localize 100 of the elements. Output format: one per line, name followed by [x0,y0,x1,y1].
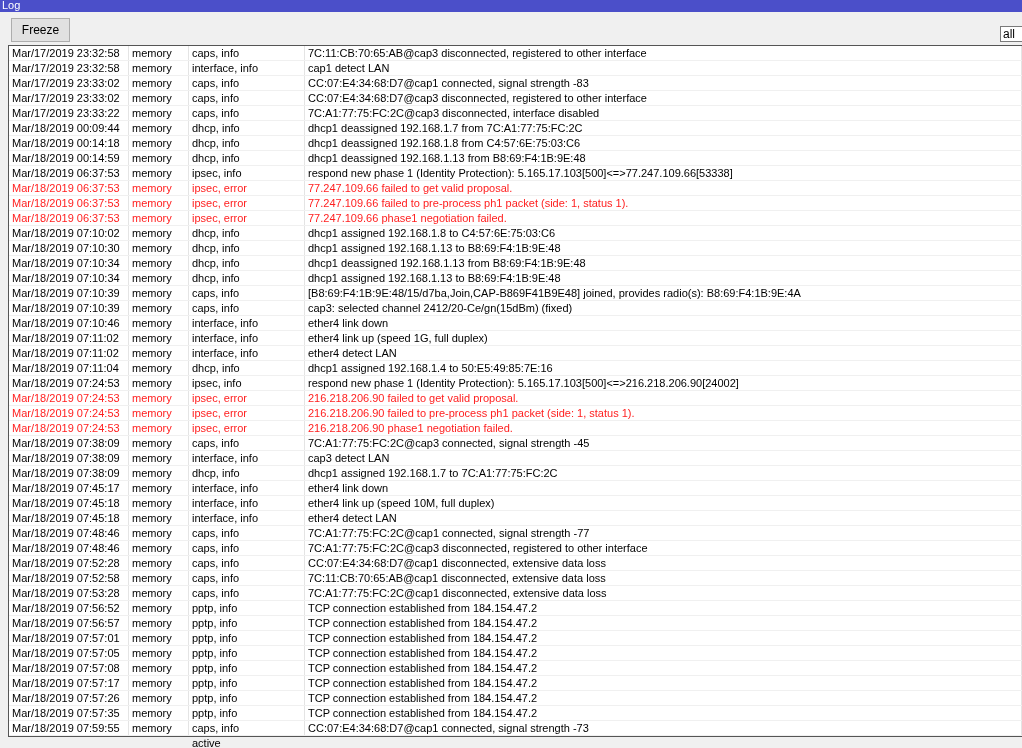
message-cell: dhcp1 assigned 192.168.1.8 to C4:57:6E:75:03:C6 [305,226,1022,240]
time-cell: Mar/17/2019 23:32:58 [9,46,129,60]
buffer-cell: memory [129,136,189,150]
message-cell: cap3: selected channel 2412/20-Ce/gn(15dBm) (fixed) [305,301,1022,315]
time-cell: Mar/18/2019 07:45:18 [9,511,129,525]
time-cell: Mar/18/2019 07:52:58 [9,571,129,585]
topics-cell: interface, info [189,316,305,330]
message-cell: TCP connection established from 184.154.47.2 [305,646,1022,660]
topics-cell: ipsec, error [189,391,305,405]
message-cell: ether4 link down [305,316,1022,330]
time-cell: Mar/17/2019 23:32:58 [9,61,129,75]
buffer-cell: memory [129,571,189,585]
time-cell: Mar/18/2019 07:10:46 [9,316,129,330]
message-cell: ether4 link up (speed 10M, full duplex) [305,496,1022,510]
message-cell: 77.247.109.66 failed to get valid proposal. [305,181,1022,195]
buffer-cell: memory [129,361,189,375]
time-cell: Mar/18/2019 06:37:53 [9,181,129,195]
topics-cell: ipsec, error [189,181,305,195]
topics-cell: pptp, info [189,631,305,645]
topics-cell: dhcp, info [189,256,305,270]
buffer-cell: memory [129,91,189,105]
message-cell: cap3 detect LAN [305,451,1022,465]
time-cell: Mar/18/2019 07:10:39 [9,286,129,300]
message-cell: CC:07:E4:34:68:D7@cap1 connected, signal strength -73 [305,721,1022,735]
time-cell: Mar/18/2019 07:11:04 [9,361,129,375]
time-cell: Mar/18/2019 07:45:18 [9,496,129,510]
message-cell: dhcp1 assigned 192.168.1.4 to 50:E5:49:85:7E:16 [305,361,1022,375]
time-cell: Mar/18/2019 07:57:05 [9,646,129,660]
buffer-cell: memory [129,76,189,90]
time-cell: Mar/18/2019 00:14:59 [9,151,129,165]
message-cell: TCP connection established from 184.154.47.2 [305,616,1022,630]
time-cell: Mar/18/2019 07:48:46 [9,526,129,540]
buffer-cell: memory [129,646,189,660]
topics-cell: pptp, info [189,676,305,690]
buffer-cell: memory [129,61,189,75]
time-cell: Mar/18/2019 07:38:09 [9,466,129,480]
buffer-cell: memory [129,436,189,450]
topics-cell: interface, info [189,511,305,525]
buffer-cell: memory [129,286,189,300]
time-cell: Mar/17/2019 23:33:02 [9,91,129,105]
message-cell: 216.218.206.90 phase1 negotiation failed. [305,421,1022,435]
buffer-cell: memory [129,166,189,180]
time-cell: Mar/18/2019 07:57:01 [9,631,129,645]
buffer-cell: memory [129,676,189,690]
message-cell: dhcp1 deassigned 192.168.1.13 from B8:69:F4:1B:9E:48 [305,256,1022,270]
message-cell: dhcp1 deassigned 192.168.1.7 from 7C:A1:77:75:FC:2C [305,121,1022,135]
buffer-cell: memory [129,226,189,240]
time-cell: Mar/18/2019 00:09:44 [9,121,129,135]
time-cell: Mar/18/2019 07:57:26 [9,691,129,705]
time-cell: Mar/18/2019 00:14:18 [9,136,129,150]
buffer-cell: memory [129,271,189,285]
message-cell: 7C:A1:77:75:FC:2C@cap1 connected, signal strength -77 [305,526,1022,540]
topics-cell: pptp, info [189,646,305,660]
time-cell: Mar/18/2019 07:45:17 [9,481,129,495]
time-cell: Mar/18/2019 06:37:53 [9,166,129,180]
message-cell: dhcp1 assigned 192.168.1.13 to B8:69:F4:1B:9E:48 [305,271,1022,285]
topics-cell: caps, info [189,286,305,300]
buffer-cell: memory [129,721,189,735]
message-cell: TCP connection established from 184.154.47.2 [305,691,1022,705]
message-cell: TCP connection established from 184.154.47.2 [305,706,1022,720]
freeze-button[interactable]: Freeze [11,17,70,42]
topics-cell: dhcp, info [189,226,305,240]
buffer-cell: memory [129,406,189,420]
buffer-cell: memory [129,661,189,675]
time-cell: Mar/18/2019 07:10:02 [9,226,129,240]
topics-cell: dhcp, info [189,466,305,480]
message-cell: ether4 detect LAN [305,511,1022,525]
time-cell: Mar/18/2019 07:24:53 [9,406,129,420]
message-cell: CC:07:E4:34:68:D7@cap3 disconnected, registered to other interface [305,91,1022,105]
buffer-cell: memory [129,316,189,330]
topics-cell: caps, info [189,526,305,540]
topics-cell: caps, info [189,76,305,90]
time-cell: Mar/18/2019 07:59:55 [9,721,129,735]
topics-cell: interface, info [189,346,305,360]
buffer-cell: memory [129,481,189,495]
topics-cell: pptp, info [189,661,305,675]
topics-cell: pptp, info [189,691,305,705]
message-cell: ether4 link up (speed 1G, full duplex) [305,331,1022,345]
status-text: active [192,738,221,748]
buffer-cell: memory [129,241,189,255]
topics-cell: caps, info [189,721,305,735]
filter-field[interactable]: all [1000,25,1022,42]
message-cell: dhcp1 assigned 192.168.1.7 to 7C:A1:77:75:FC:2C [305,466,1022,480]
message-cell: 7C:A1:77:75:FC:2C@cap3 disconnected, interface disabled [305,106,1022,120]
buffer-cell: memory [129,46,189,60]
topics-cell: pptp, info [189,706,305,720]
topics-cell: dhcp, info [189,361,305,375]
buffer-cell: memory [129,211,189,225]
buffer-cell: memory [129,196,189,210]
buffer-cell: memory [129,526,189,540]
message-cell: dhcp1 assigned 192.168.1.13 to B8:69:F4:1B:9E:48 [305,241,1022,255]
message-cell: 7C:A1:77:75:FC:2C@cap3 connected, signal strength -45 [305,436,1022,450]
message-cell: 7C:A1:77:75:FC:2C@cap1 disconnected, extensive data loss [305,586,1022,600]
message-cell: CC:07:E4:34:68:D7@cap1 connected, signal strength -83 [305,76,1022,90]
buffer-cell: memory [129,331,189,345]
time-cell: Mar/18/2019 07:38:09 [9,436,129,450]
message-cell: TCP connection established from 184.154.47.2 [305,661,1022,675]
buffer-cell: memory [129,151,189,165]
topics-cell: ipsec, info [189,376,305,390]
message-cell: respond new phase 1 (Identity Protection): 5.165.17.103[500]<=>77.247.109.66[53338] [305,166,1022,180]
